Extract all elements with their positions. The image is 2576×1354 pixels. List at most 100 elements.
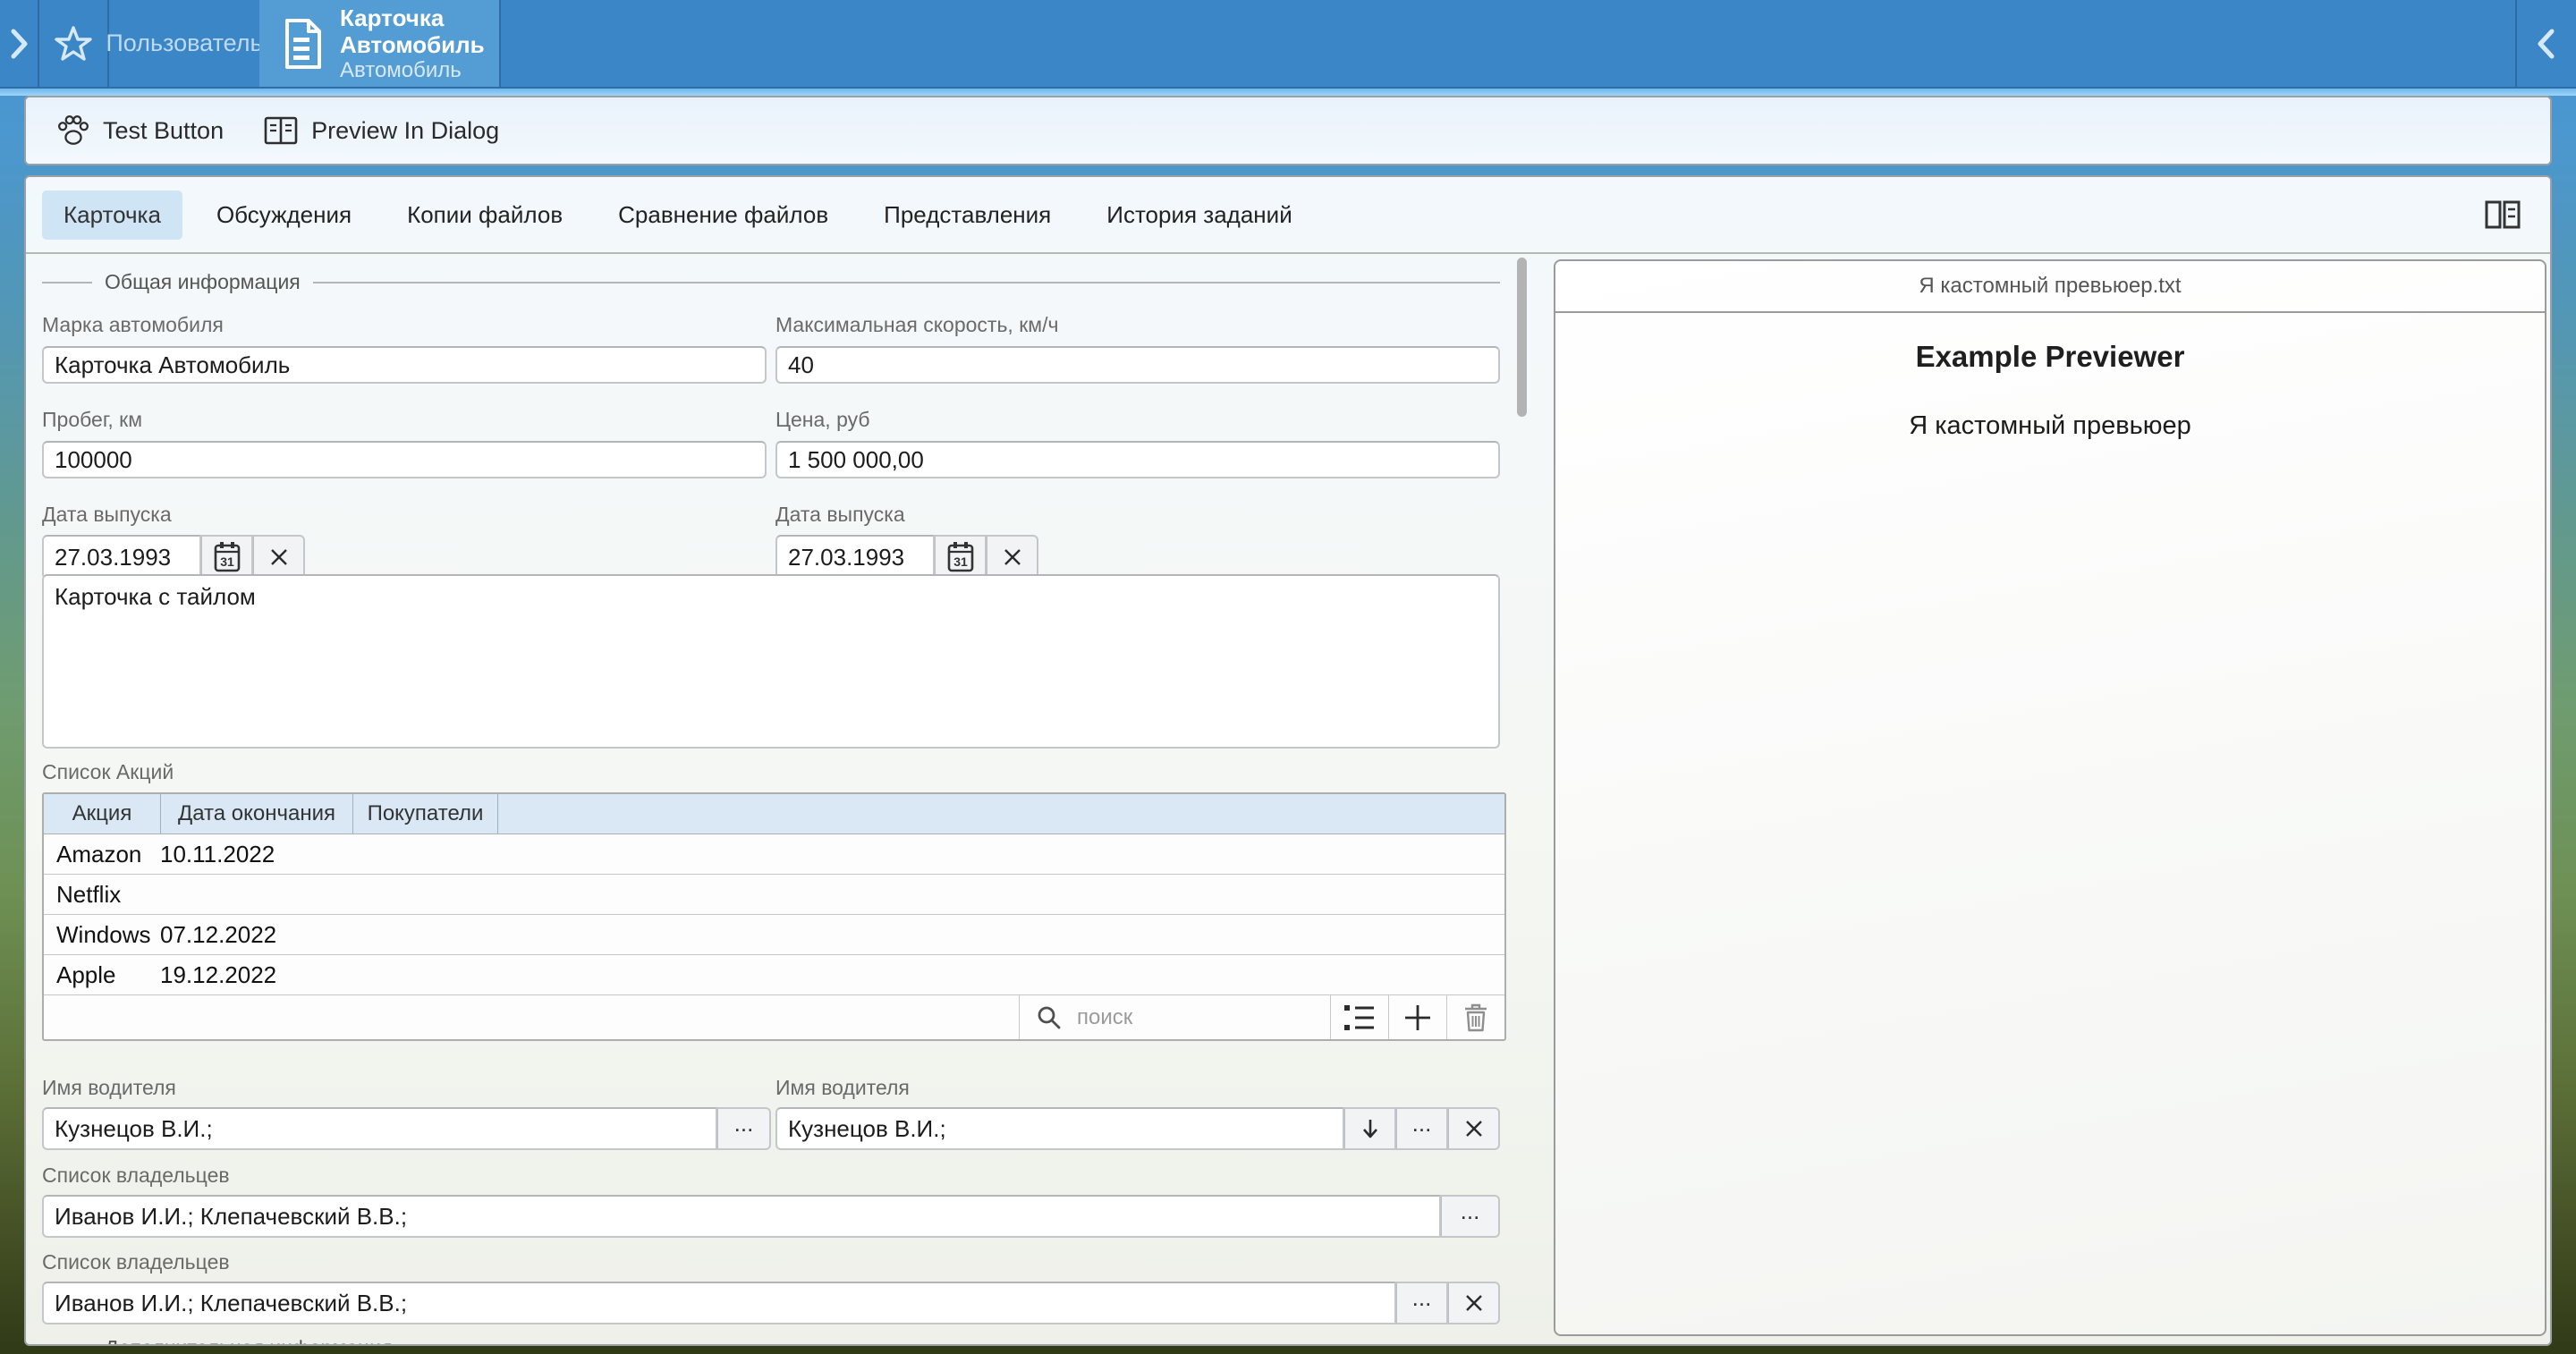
preview-filename: Я кастомный превьюер.txt [1555, 261, 2545, 313]
table-row[interactable]: Apple 19.12.2022 [44, 955, 1504, 995]
svg-text:31: 31 [953, 554, 968, 569]
owners-list-input-2[interactable] [42, 1282, 1396, 1324]
ellipsis-button[interactable]: ... [1396, 1107, 1448, 1150]
owners-list-field-1: ... [42, 1195, 1500, 1238]
tab-user[interactable]: Пользователь [109, 0, 259, 87]
speed-label: Максимальная скорость, км/ч [775, 313, 1058, 337]
cell-stock-name: Apple [44, 961, 160, 989]
table-row[interactable]: Windows 07.12.2022 [44, 915, 1504, 955]
table-search-input[interactable] [1075, 1004, 1284, 1031]
back-button[interactable] [2517, 0, 2576, 87]
delete-row-button[interactable] [1446, 995, 1504, 1039]
preview-in-dialog-label: Preview In Dialog [311, 117, 499, 145]
mileage-input[interactable] [42, 441, 767, 478]
clear-button[interactable] [1448, 1107, 1500, 1150]
tab-file-compare[interactable]: Сравнение файлов [597, 190, 850, 240]
active-tab-subtitle: Автомобиль [340, 58, 499, 83]
brand-label: Марка автомобиля [42, 313, 224, 337]
ellipsis-button[interactable]: ... [1441, 1195, 1500, 1238]
star-icon [54, 25, 93, 63]
brand-input[interactable] [42, 346, 767, 384]
tab-file-copies-label: Копии файлов [407, 201, 563, 228]
preview-in-dialog-button[interactable]: Preview In Dialog [263, 115, 499, 146]
preview-panel: Я кастомный превьюер.txt Example Preview… [1554, 259, 2546, 1336]
column-header-stock[interactable]: Акция [44, 794, 160, 834]
plus-icon [1403, 1003, 1432, 1032]
legend-line [313, 282, 1500, 283]
owners-list-input-1[interactable] [42, 1195, 1441, 1238]
clear-date-button[interactable] [253, 535, 305, 580]
tab-file-compare-label: Сравнение файлов [618, 201, 828, 228]
highlight-strip [0, 89, 2576, 96]
calendar-button[interactable]: 31 [935, 535, 987, 580]
table-search-box [1019, 995, 1330, 1039]
stocks-list-label: Список Акций [42, 760, 174, 784]
cell-stock-name: Windows [44, 921, 160, 949]
ellipsis-button[interactable]: ... [717, 1107, 771, 1150]
ellipsis-button[interactable]: ... [1396, 1282, 1448, 1324]
release-date-label-1: Дата выпуска [42, 503, 172, 527]
toggle-preview-panel-button[interactable] [2484, 199, 2521, 231]
stocks-table-footer [44, 995, 1504, 1039]
document-icon [283, 18, 324, 70]
tab-card-active[interactable]: Карточка Автомобиль Автомобиль [259, 0, 499, 87]
stocks-table: Акция Дата окончания Покупатели Amazon 1… [42, 792, 1506, 1041]
ellipsis-label: ... [1461, 1206, 1480, 1226]
list-icon [1343, 1003, 1376, 1033]
edit-list-button[interactable] [1330, 995, 1388, 1039]
footer-spacer [44, 995, 1019, 1039]
price-label: Цена, руб [775, 408, 870, 432]
description-textarea[interactable]: Карточка с тайлом [42, 574, 1500, 749]
test-button[interactable]: Test Button [56, 114, 224, 148]
group-general-info-label: Общая информация [105, 270, 301, 294]
top-navigation-bar: Пользователь Карточка Автомобиль Автомоб… [0, 0, 2576, 89]
add-row-button[interactable] [1388, 995, 1446, 1039]
clear-button[interactable] [1448, 1282, 1500, 1324]
search-icon [1036, 1004, 1063, 1031]
column-header-buyers[interactable]: Покупатели [352, 794, 497, 834]
cell-stock-date: 10.11.2022 [160, 841, 352, 868]
release-date-input-2[interactable] [775, 535, 935, 580]
tab-task-history[interactable]: История заданий [1085, 190, 1313, 240]
main-card: Карточка Обсуждения Копии файлов Сравнен… [24, 175, 2552, 1346]
paw-icon [56, 114, 90, 148]
down-arrow-button[interactable] [1344, 1107, 1396, 1150]
release-date-picker-2: 31 [775, 535, 1044, 580]
tab-card[interactable]: Карточка [42, 190, 182, 240]
clear-date-button[interactable] [987, 535, 1038, 580]
arrow-down-icon [1360, 1117, 1380, 1140]
legend-line [42, 282, 92, 283]
calendar-button[interactable]: 31 [201, 535, 253, 580]
table-row[interactable]: Netflix [44, 875, 1504, 915]
driver-name-label-1: Имя водителя [42, 1076, 176, 1100]
release-date-label-2: Дата выпуска [775, 503, 905, 527]
tab-task-history-label: История заданий [1106, 201, 1292, 228]
close-icon [269, 547, 289, 567]
group-general-info: Общая информация [42, 270, 1500, 294]
driver-name-field-1: ... [42, 1107, 771, 1150]
speed-input[interactable] [775, 346, 1500, 384]
forward-button[interactable] [0, 0, 38, 87]
favorites-button[interactable] [39, 0, 107, 87]
price-input[interactable] [775, 441, 1500, 478]
table-row[interactable]: Amazon 10.11.2022 [44, 834, 1504, 875]
tab-discussions[interactable]: Обсуждения [195, 190, 373, 240]
close-icon [1003, 547, 1022, 567]
tab-discussions-label: Обсуждения [216, 201, 352, 228]
preview-body-text: Я кастомный превьюер [1555, 411, 2545, 441]
calendar-icon: 31 [213, 541, 242, 573]
cell-stock-date: 07.12.2022 [160, 921, 352, 949]
release-date-picker-1: 31 [42, 535, 310, 580]
column-header-end-date[interactable]: Дата окончания [160, 794, 352, 834]
driver-name-label-2: Имя водителя [775, 1076, 910, 1100]
release-date-input-1[interactable] [42, 535, 201, 580]
cell-stock-name: Amazon [44, 841, 160, 868]
tab-file-copies[interactable]: Копии файлов [386, 190, 584, 240]
tab-user-label: Пользователь [106, 30, 262, 57]
form-scrollbar-thumb[interactable] [1517, 258, 1527, 417]
tab-views[interactable]: Представления [862, 190, 1072, 240]
column-header-filler [497, 794, 1504, 834]
book-icon [263, 115, 299, 146]
driver-name-input-1[interactable] [42, 1107, 717, 1150]
driver-name-input-2[interactable] [775, 1107, 1344, 1150]
